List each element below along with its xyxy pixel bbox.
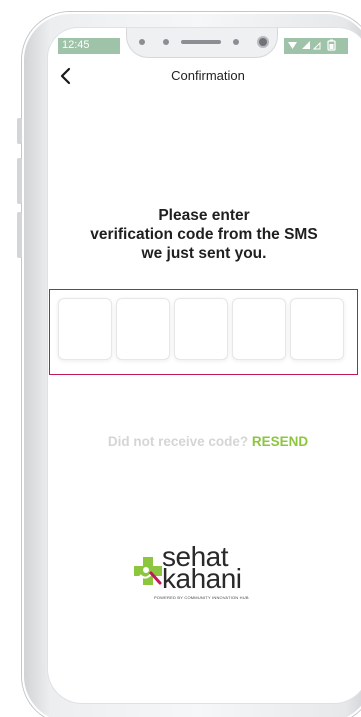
otp-digit-input[interactable] bbox=[290, 298, 344, 360]
otp-digit-input[interactable] bbox=[116, 298, 170, 360]
status-bar-right bbox=[284, 38, 348, 54]
wifi-icon bbox=[288, 42, 297, 49]
sensor-dot bbox=[139, 39, 145, 45]
instruction-line: Please enter bbox=[158, 207, 250, 224]
volume-up-button bbox=[17, 118, 22, 144]
otp-digit-input[interactable] bbox=[174, 298, 228, 360]
instruction-text: Please enter verification code from the … bbox=[52, 206, 356, 263]
status-icons bbox=[288, 39, 336, 51]
resend-link[interactable]: RESEND bbox=[252, 434, 308, 449]
logo-tagline: POWERED BY COMMUNITY INNOVATION HUB bbox=[154, 595, 249, 600]
instruction-line: verification code from the SMS bbox=[90, 226, 318, 243]
page-title: Confirmation bbox=[171, 68, 245, 83]
app-screen: 12:45 Confirmation Please enter verifica… bbox=[48, 28, 361, 703]
otp-input-group bbox=[49, 289, 358, 375]
otp-digit-input[interactable] bbox=[58, 298, 112, 360]
battery-icon bbox=[327, 39, 336, 51]
front-camera bbox=[257, 36, 269, 48]
sensor-dot bbox=[163, 39, 169, 45]
resend-row: Did not receive code? RESEND bbox=[48, 434, 361, 449]
earpiece-speaker bbox=[181, 40, 221, 44]
phone-notch bbox=[126, 28, 278, 58]
sensor-dot bbox=[233, 39, 239, 45]
side-button bbox=[17, 212, 22, 258]
resend-question: Did not receive code? bbox=[107, 434, 249, 449]
status-bar-left: 12:45 bbox=[58, 38, 120, 54]
logo-wordmark: kahani bbox=[162, 563, 242, 594]
status-time: 12:45 bbox=[62, 39, 90, 51]
sehat-kahani-logo: sehat kahani POWERED BY COMMUNITY INNOVA… bbox=[128, 541, 278, 600]
signal-icon bbox=[302, 41, 321, 50]
otp-digit-input[interactable] bbox=[232, 298, 286, 360]
device-mockup: 12:45 Confirmation Please enter verifica… bbox=[0, 0, 361, 717]
medical-cross-icon bbox=[134, 557, 162, 585]
instruction-line: we just sent you. bbox=[141, 245, 267, 262]
volume-down-button bbox=[17, 158, 22, 204]
